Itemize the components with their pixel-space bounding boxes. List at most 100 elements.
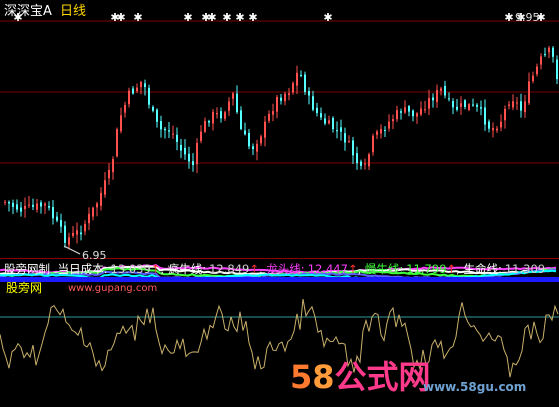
candle-body xyxy=(316,107,318,113)
candle-body xyxy=(336,130,338,132)
candlestick-chart[interactable]: ✱ ✱✱ ✱ ✱ ✱✱ ✱ ✱ ✱ ✱ ✱ ✱ ✱ xyxy=(0,0,559,258)
candle-body xyxy=(208,121,210,123)
candle-body xyxy=(400,111,402,113)
candle-body xyxy=(44,203,46,206)
candle-body xyxy=(232,93,234,99)
watermark-site: www.58gu.com xyxy=(423,380,527,394)
star-marker-icon: ✱ xyxy=(504,11,513,24)
candle-body xyxy=(280,97,282,101)
candle-body xyxy=(464,100,466,107)
candle-body xyxy=(12,202,14,207)
candle-body xyxy=(52,207,54,219)
candle-body xyxy=(424,109,426,111)
candle-body xyxy=(396,110,398,120)
candle-body xyxy=(324,118,326,124)
candle-body xyxy=(532,75,534,82)
indicator-label: 当日成本: xyxy=(57,262,108,276)
candle-body xyxy=(304,74,306,92)
candle-body xyxy=(32,204,34,207)
candle-body xyxy=(164,128,166,131)
candle-body xyxy=(152,106,154,111)
candle-body xyxy=(248,132,250,147)
candle-body xyxy=(28,204,30,206)
star-marker-icon: ✱ xyxy=(323,11,332,24)
candle-body xyxy=(352,140,354,156)
candle-body xyxy=(520,101,522,111)
candle-body xyxy=(228,101,230,111)
candle-body xyxy=(320,113,322,118)
candle-body xyxy=(180,144,182,151)
candle-body xyxy=(24,205,26,210)
candle-body xyxy=(296,72,298,86)
candle-body xyxy=(500,121,502,128)
candle-body xyxy=(472,104,474,106)
candle-body xyxy=(456,106,458,110)
candle-body xyxy=(124,104,126,113)
candle-body xyxy=(200,131,202,141)
candle-body xyxy=(284,93,286,102)
candle-body xyxy=(112,159,114,173)
candle-body xyxy=(556,59,558,80)
candle-body xyxy=(452,101,454,108)
candle-body xyxy=(380,128,382,134)
candle-body xyxy=(148,87,150,105)
candle-body xyxy=(328,120,330,124)
stock-title: 深深宝A 日线 xyxy=(4,0,86,19)
candle-body xyxy=(108,169,110,179)
chart-period: 日线 xyxy=(60,4,87,19)
candle-body xyxy=(240,110,242,130)
candle-body xyxy=(300,74,302,76)
candle-body xyxy=(96,203,98,208)
candle-body xyxy=(128,90,130,105)
blue-base-band xyxy=(0,277,559,282)
candle-body xyxy=(224,112,226,119)
candle-body xyxy=(388,121,390,129)
candle-body xyxy=(136,87,138,92)
candle-body xyxy=(392,119,394,122)
candle-body xyxy=(168,130,170,132)
stock-name: 深深宝A xyxy=(4,4,52,19)
candle-body xyxy=(120,115,122,132)
star-marker-icon: ✱ xyxy=(133,11,142,24)
candle-body xyxy=(100,192,102,206)
candle-body xyxy=(192,161,194,166)
candle-body xyxy=(356,153,358,164)
candle-body xyxy=(332,117,334,130)
candle-body xyxy=(416,113,418,117)
candle-body xyxy=(184,147,186,155)
candle-body xyxy=(512,101,514,108)
candle-body xyxy=(88,213,90,224)
candle-body xyxy=(432,97,434,101)
candle-body xyxy=(216,113,218,115)
candle-body xyxy=(92,207,94,217)
candle-body xyxy=(360,161,362,166)
candle-body xyxy=(48,206,50,208)
candle-body xyxy=(104,180,106,195)
candle-body xyxy=(368,154,370,167)
candle-body xyxy=(20,207,22,212)
candle-body xyxy=(408,106,410,112)
candle-body xyxy=(384,129,386,131)
candle-body xyxy=(348,141,350,143)
candle-body xyxy=(160,121,162,130)
candle-body xyxy=(276,96,278,112)
candle-body xyxy=(492,128,494,131)
candle-body xyxy=(404,107,406,113)
candle-body xyxy=(496,128,498,131)
candle-body xyxy=(484,107,486,125)
candle-body xyxy=(508,104,510,106)
star-marker-icon: ✱ xyxy=(183,11,192,24)
candle-body xyxy=(260,136,262,144)
candle-body xyxy=(72,232,74,236)
candle-body xyxy=(376,131,378,135)
candle-body xyxy=(140,81,142,88)
candle-body xyxy=(16,204,18,210)
candle-body xyxy=(84,223,86,232)
candle-body xyxy=(76,230,78,235)
indicator-values-row: 股旁网制 当日成本: 13.039↑, 疯牛线: 12.849↑, 龙头线: 12.4… xyxy=(4,262,546,276)
candle-body xyxy=(4,201,6,203)
star-marker-icon: ✱ xyxy=(222,11,231,24)
candle-body xyxy=(540,56,542,65)
indicator-label: 慢牛线: xyxy=(364,262,404,276)
candle-body xyxy=(428,98,430,109)
